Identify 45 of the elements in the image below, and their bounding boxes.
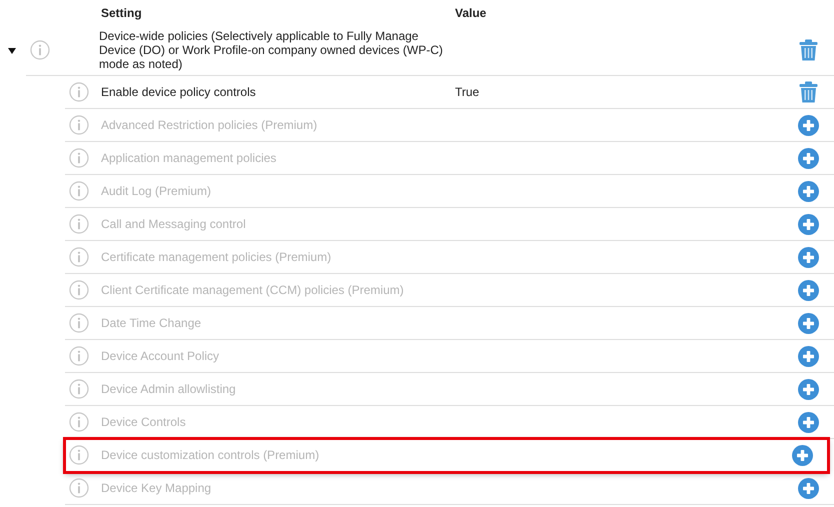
setting-label: Device-wide policies (Selectively applicable to Fully Manage Device (DO) or Work Profile-on company owned devices (WP-C) mode as noted) — [99, 29, 444, 71]
add-button[interactable] — [797, 147, 819, 169]
add-button[interactable] — [797, 114, 819, 136]
info-icon[interactable] — [69, 280, 89, 300]
info-icon[interactable] — [69, 214, 89, 234]
add-button[interactable] — [791, 444, 813, 466]
setting-label: Certificate management policies (Premium) — [101, 250, 332, 264]
info-icon[interactable] — [69, 247, 89, 267]
setting-label: Application management policies — [101, 151, 278, 165]
setting-label: Audit Log (Premium) — [101, 184, 212, 198]
info-icon[interactable] — [30, 40, 50, 60]
add-button[interactable] — [797, 213, 819, 235]
setting-label: Call and Messaging control — [101, 217, 247, 231]
add-button[interactable] — [797, 246, 819, 268]
add-button[interactable] — [797, 312, 819, 334]
setting-label: Device Controls — [101, 415, 187, 429]
column-header: Value — [455, 6, 486, 20]
add-button[interactable] — [797, 477, 819, 499]
setting-label: Device Account Policy — [101, 349, 220, 363]
delete-button[interactable] — [797, 81, 819, 103]
setting-label: Advanced Restriction policies (Premium) — [101, 118, 318, 132]
info-icon[interactable] — [69, 313, 89, 333]
setting-label: Device customization controls (Premium) — [101, 448, 320, 462]
info-icon[interactable] — [69, 115, 89, 135]
column-header: Setting — [101, 6, 143, 20]
setting-value: True — [455, 85, 480, 99]
delete-button[interactable] — [797, 39, 819, 61]
setting-label: Date Time Change — [101, 316, 202, 330]
add-button[interactable] — [797, 345, 819, 367]
info-icon[interactable] — [69, 346, 89, 366]
setting-label: Device Key Mapping — [101, 481, 212, 495]
info-icon[interactable] — [69, 82, 89, 102]
setting-label: Enable device policy controls — [101, 85, 257, 99]
info-icon[interactable] — [69, 478, 89, 498]
add-button[interactable] — [797, 378, 819, 400]
info-icon[interactable] — [69, 412, 89, 432]
setting-label: Device Admin allowlisting — [101, 382, 237, 396]
add-button[interactable] — [797, 180, 819, 202]
info-icon[interactable] — [69, 148, 89, 168]
setting-label: Client Certificate management (CCM) policies (Premium) — [101, 283, 405, 297]
info-icon[interactable] — [69, 379, 89, 399]
info-icon[interactable] — [69, 445, 89, 465]
add-button[interactable] — [797, 411, 819, 433]
add-button[interactable] — [797, 279, 819, 301]
info-icon[interactable] — [69, 181, 89, 201]
